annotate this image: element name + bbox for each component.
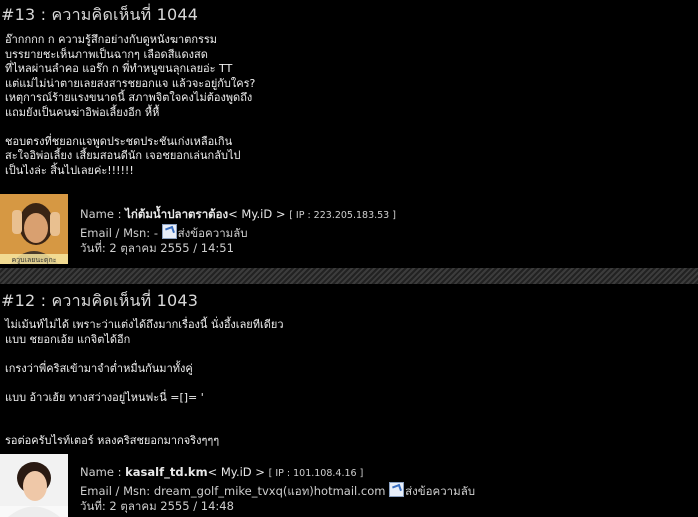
myid-link[interactable]: < My.iD > bbox=[208, 465, 265, 479]
send-message-link[interactable]: ส่งข้อความลับ bbox=[178, 226, 248, 240]
body-line: ที่ไหลผ่านลำคอ แอร๊ก ก พี่ทำหนูขนลุกเลยอ… bbox=[5, 62, 233, 75]
comment-title: #13 : ความคิดเห็นที่ 1044 bbox=[1, 5, 199, 24]
name-label: Name : bbox=[80, 207, 126, 221]
avatar-caption: ควูบเลยนะตุกะ bbox=[12, 256, 57, 264]
comment-1043: #12 : ความคิดเห็นที่ 1043 ไม่เม้นท์ไม่ได… bbox=[0, 284, 698, 517]
avatar[interactable] bbox=[0, 454, 68, 517]
avatar[interactable]: ควูบเลยนะตุกะ bbox=[0, 194, 68, 264]
name-label: Name : bbox=[80, 465, 126, 479]
body-line: เกรงว่าพี่คริสเข้ามาจำต่ำหมื่นกันมาทั้งค… bbox=[5, 361, 193, 375]
ip-address: [ IP : 101.108.4.16 ] bbox=[268, 468, 364, 479]
comment-meta: Name : ไก่ต้มน้ำปลาตราต้อง< My.iD > [ IP… bbox=[80, 207, 396, 257]
email-value: - bbox=[153, 225, 158, 240]
email-label: Email / Msn: bbox=[80, 483, 154, 498]
body-line: แบบ ชยอกเอ้ย แกจิตได้อีก bbox=[5, 332, 131, 346]
body-line: บรรยายชะเห็นภาพเป็นฉากๆ เลือดสีแดงสด bbox=[5, 47, 208, 61]
body-line: รอต่อครับไรท์เตอร์ หลงคริสชยอกมากจริงๆๆๆ bbox=[5, 434, 220, 447]
body-line bbox=[5, 420, 284, 435]
comment-title: #12 : ความคิดเห็นที่ 1043 bbox=[1, 291, 199, 310]
body-line bbox=[5, 405, 284, 420]
comment-date: วันที่: 2 ตุลาคม 2555 / 14:51 bbox=[80, 241, 234, 255]
comment-body: ไม่เม้นท์ไม่ได้ เพราะว่าแต่งได้ถึงมากเรื… bbox=[5, 318, 284, 449]
body-line: แบบ อ้าวเฮ้ย ทางสว่างอยู่ไหนฟะนี่ =[]= ' bbox=[5, 390, 204, 404]
body-line bbox=[5, 347, 284, 362]
commenter-name[interactable]: kasalf_td.km bbox=[125, 465, 207, 479]
body-line bbox=[5, 120, 255, 135]
message-icon[interactable] bbox=[389, 481, 405, 497]
email-value: dream_golf_mike_tvxq(แอท)hotmail.com bbox=[153, 483, 386, 498]
comment-divider bbox=[0, 268, 698, 284]
body-line: ไม่เม้นท์ไม่ได้ เพราะว่าแต่งได้ถึงมากเรื… bbox=[5, 318, 284, 331]
body-line: ชอบตรงที่ชยอกแจพูดประชดประชันเก่งเหลือเก… bbox=[5, 134, 233, 148]
ip-address: [ IP : 223.205.183.53 ] bbox=[289, 210, 396, 221]
body-line: เหตุการณ์ร้ายแรงขนาดนี้ สภาพจิตใจคงไม่ต้… bbox=[5, 91, 253, 104]
comment-date: วันที่: 2 ตุลาคม 2555 / 14:48 bbox=[80, 499, 234, 513]
body-line: แถมยังเป็นคนฆ่าอิพ่อเลี้ยงอีก หื้หื้ bbox=[5, 105, 160, 119]
email-label: Email / Msn: bbox=[80, 225, 154, 240]
body-line bbox=[5, 376, 284, 391]
body-line: แต่แม่ไม่น่าตายเลยสงสารชยอกแจ แล้วจะอยู่… bbox=[5, 76, 256, 90]
message-icon[interactable] bbox=[161, 223, 177, 239]
body-line: สะใจอิพ่อเลี้ยง เสี้ยมสอนดีนัก เจอชยอกเล… bbox=[5, 149, 241, 162]
comment-meta: Name : kasalf_td.km< My.iD > [ IP : 101.… bbox=[80, 465, 475, 515]
comment-body: อ๊ากกกก ก ความรู้สึกอย่างกับดูหนังฆาตกรร… bbox=[5, 33, 255, 178]
myid-link[interactable]: < My.iD > bbox=[228, 207, 285, 221]
comment-1044: #13 : ความคิดเห็นที่ 1044 อ๊ากกกก ก ความ… bbox=[0, 0, 698, 268]
commenter-name[interactable]: ไก่ต้มน้ำปลาตราต้อง bbox=[125, 207, 228, 221]
body-line: อ๊ากกกก ก ความรู้สึกอย่างกับดูหนังฆาตกรร… bbox=[5, 33, 218, 46]
body-line: เป็นไงล่ะ สิ้นไปเลยค่ะ!!!!!! bbox=[5, 163, 134, 177]
send-message-link[interactable]: ส่งข้อความลับ bbox=[405, 484, 475, 498]
